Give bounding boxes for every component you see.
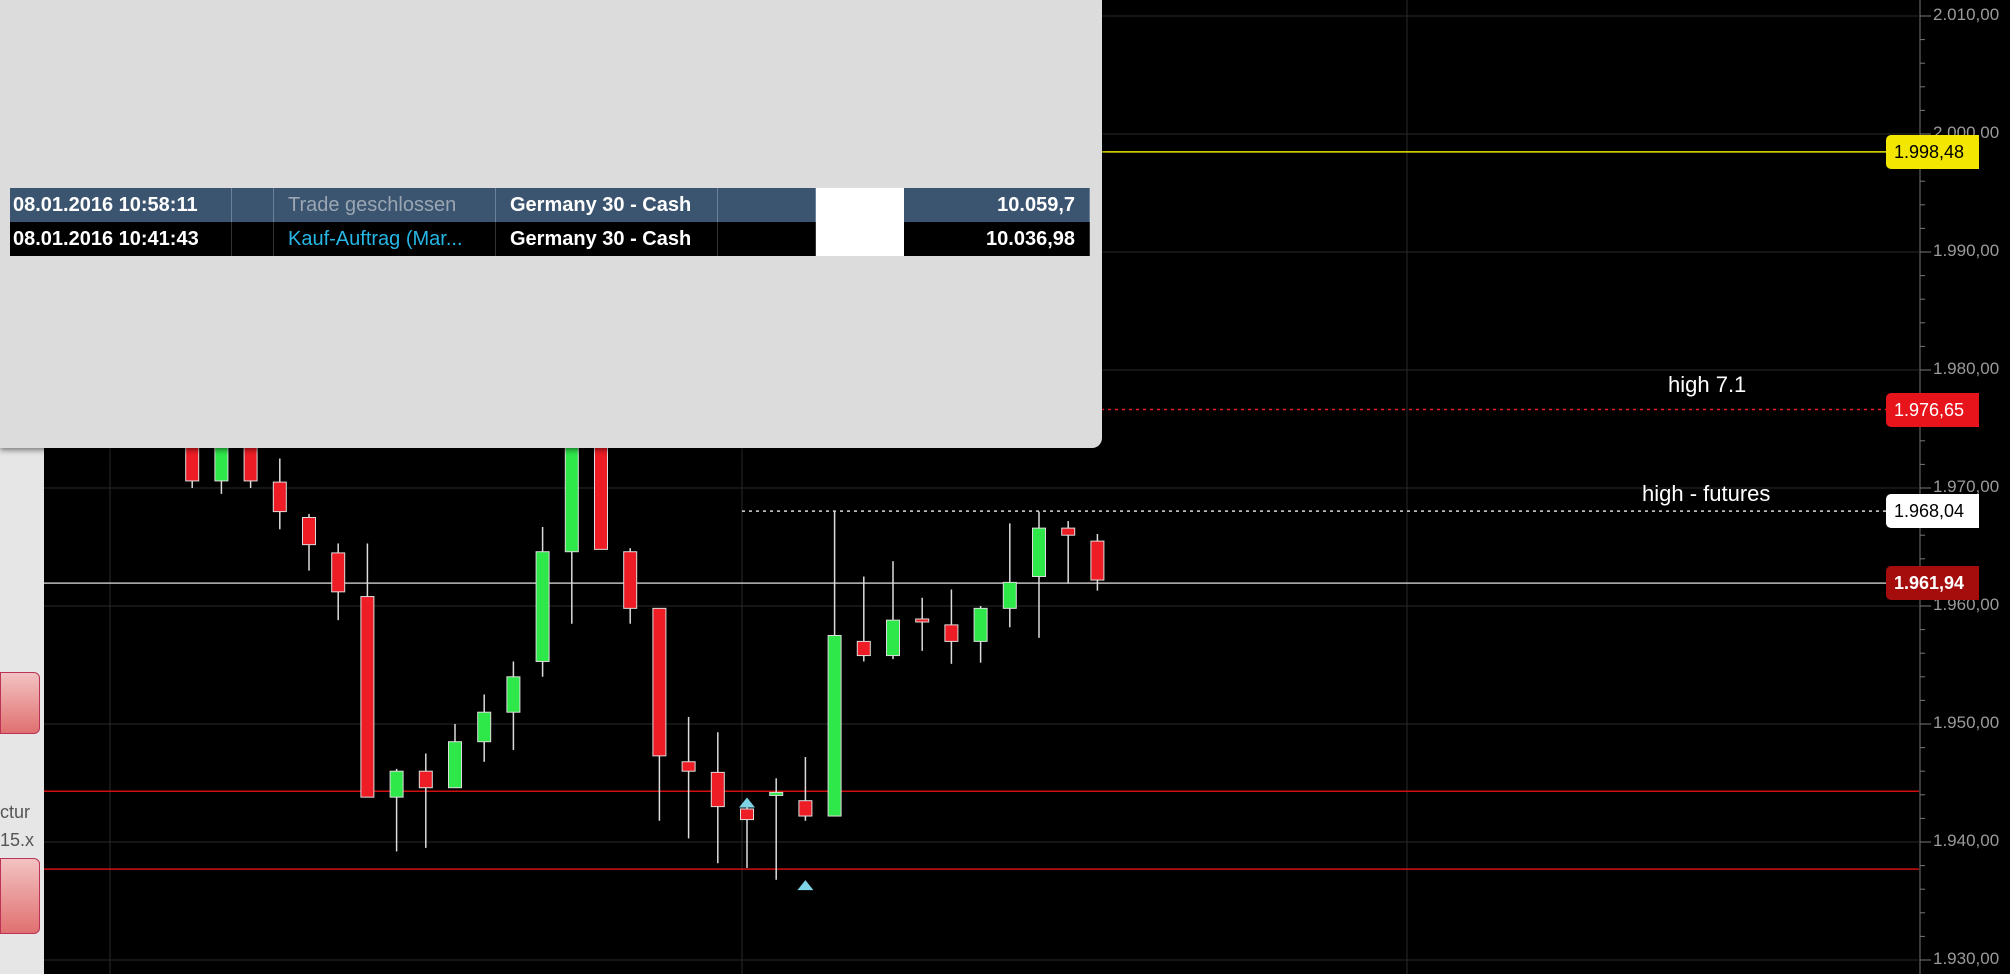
candle-bullish <box>1002 581 1017 609</box>
candle-bearish <box>623 551 638 609</box>
axis-tick-label: 1.990,00 <box>1933 241 2000 260</box>
trade-price: 10.059,7 <box>904 188 1090 222</box>
candle-bearish <box>681 761 696 772</box>
candle-bearish <box>302 517 316 546</box>
candle-bullish <box>1032 527 1046 577</box>
candle-bearish <box>856 640 871 657</box>
candle-bearish <box>1090 540 1105 581</box>
trade-marker-icon <box>739 797 755 808</box>
trade-type: Trade geschlossen <box>274 188 496 222</box>
trade-instrument: Germany 30 - Cash <box>496 222 718 256</box>
background-window-text-1: ctur <box>0 802 31 822</box>
axis-tick-label: 1.980,00 <box>1933 359 2000 378</box>
chart-annotation: high 7.1 <box>1668 371 1747 397</box>
trade-marker-icon <box>797 880 814 891</box>
candle-bearish <box>740 808 754 821</box>
trade-type: Kauf-Auftrag (Mar... <box>274 222 496 256</box>
candle-bullish <box>973 607 988 642</box>
trade-price: 10.036,98 <box>904 222 1090 256</box>
trade-history-popup: 08.01.2016 10:58:11 Trade geschlossen Ge… <box>0 0 1102 448</box>
candle-bearish <box>710 771 725 808</box>
trade-time: 08.01.2016 10:41:43 <box>10 222 232 256</box>
candle-bearish <box>418 770 433 789</box>
axis-tick-label: 1.950,00 <box>1933 713 2000 732</box>
trade-empty-cell <box>718 222 816 256</box>
candle-bullish <box>477 711 492 743</box>
price-tag-white: 1.968,04 <box>1886 494 1979 529</box>
axis-tick-label: 1.930,00 <box>1933 949 2000 968</box>
candle-bullish <box>389 770 404 798</box>
trade-gap-cell <box>816 222 904 256</box>
trade-row-selected[interactable]: 08.01.2016 10:58:11 Trade geschlossen Ge… <box>10 188 1090 222</box>
price-tag-yellow: 1.998,48 <box>1886 134 1979 169</box>
axis-tick-label: 1.940,00 <box>1933 831 2000 850</box>
candle-bullish <box>506 676 521 713</box>
price-tag-current: 1.961,94 <box>1886 566 1979 601</box>
candle-bearish <box>185 442 200 482</box>
screen: ctur 15.x 2.010,00 2.000,00 1.990,00 1.980,… <box>0 0 2010 974</box>
candle-bearish <box>1061 527 1076 536</box>
trade-instrument: Germany 30 - Cash <box>496 188 718 222</box>
candle-bearish <box>331 552 346 593</box>
trade-gap-cell <box>816 188 904 222</box>
background-tab-1[interactable] <box>0 672 40 734</box>
trade-flag-cell <box>232 188 274 222</box>
candle-bearish <box>272 481 287 513</box>
candle-bullish <box>448 741 462 789</box>
candle-bearish <box>360 596 375 798</box>
chart-annotation: high - futures <box>1642 481 1771 507</box>
trade-flag-cell <box>232 222 274 256</box>
price-tag-red: 1.976,65 <box>1886 392 1979 427</box>
candle-bearish <box>652 607 667 757</box>
background-window-text-2: 15.x <box>0 830 35 850</box>
candle-bullish <box>535 551 550 662</box>
candle-bearish <box>798 800 813 817</box>
candle-bearish <box>915 618 930 623</box>
candle-bullish <box>886 619 900 657</box>
trade-time: 08.01.2016 10:58:11 <box>10 188 232 222</box>
axis-tick-label: 2.010,00 <box>1933 5 2000 24</box>
candle-bullish <box>769 791 784 796</box>
trade-row[interactable]: 08.01.2016 10:41:43 Kauf-Auftrag (Mar...… <box>10 222 1090 256</box>
background-tab-2[interactable] <box>0 858 40 934</box>
candle-bearish <box>944 624 959 642</box>
candle-bullish <box>827 635 842 817</box>
trade-empty-cell <box>718 188 816 222</box>
